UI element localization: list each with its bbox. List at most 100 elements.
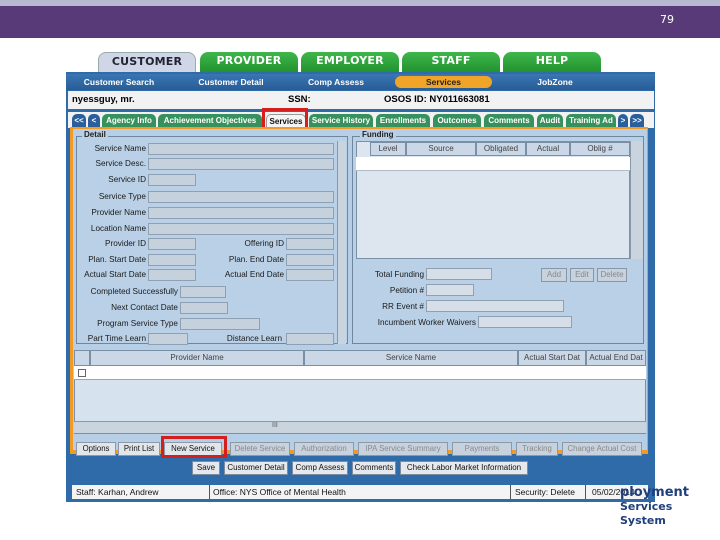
- location-name-field[interactable]: [148, 223, 334, 235]
- service-type-field[interactable]: [148, 191, 334, 203]
- tab-agency-info[interactable]: Agency Info: [102, 114, 156, 128]
- funding-col-level[interactable]: Level: [370, 142, 406, 156]
- tracking-button[interactable]: Tracking: [516, 442, 558, 456]
- customer-name: nyessguy, mr.: [72, 94, 135, 105]
- subnav-comp-assess[interactable]: Comp Assess: [296, 76, 376, 88]
- status-divider: [209, 485, 210, 499]
- comp-assess-button[interactable]: Comp Assess: [292, 461, 348, 475]
- tab-staff[interactable]: STAFF: [402, 52, 500, 74]
- plan-start-date-field[interactable]: [148, 254, 196, 266]
- service-id-field[interactable]: [148, 174, 196, 186]
- comments-button[interactable]: Comments: [352, 461, 396, 475]
- next-contact-date-field[interactable]: [180, 302, 228, 314]
- label-service-type: Service Type: [98, 192, 146, 201]
- label-service-name: Service Name: [94, 144, 146, 153]
- logo-line-1: ployment: [620, 485, 689, 500]
- petition-num-field[interactable]: [426, 284, 474, 296]
- change-actual-cost-button[interactable]: Change Actual Cost: [562, 442, 642, 456]
- label-offering-id: Offering ID: [244, 239, 284, 248]
- program-service-type-field[interactable]: [180, 318, 260, 330]
- grid-col-service-name[interactable]: Service Name: [304, 350, 518, 366]
- tab-audit[interactable]: Audit: [537, 114, 563, 128]
- grid-row[interactable]: [74, 366, 646, 380]
- osos-id: OSOS ID: NY011663081: [384, 94, 490, 105]
- subnav-customer-search[interactable]: Customer Search: [74, 76, 164, 88]
- plan-end-date-field[interactable]: [286, 254, 334, 266]
- incumbent-worker-waivers-field[interactable]: [478, 316, 572, 328]
- slide-header-bar: [0, 0, 720, 38]
- label-actual-end-date: Actual End Date: [224, 270, 284, 279]
- part-time-learn-field[interactable]: [148, 333, 188, 345]
- delete-service-button[interactable]: Delete Service: [230, 442, 290, 456]
- subnav-services[interactable]: Services: [395, 76, 492, 88]
- tab-service-history[interactable]: Service History: [309, 114, 373, 128]
- actual-start-date-field[interactable]: [148, 269, 196, 281]
- tab-outcomes[interactable]: Outcomes: [433, 114, 481, 128]
- tab-last-button[interactable]: >>: [630, 114, 644, 128]
- customer-detail-button[interactable]: Customer Detail: [224, 461, 288, 475]
- label-total-funding: Total Funding: [374, 270, 424, 279]
- grid-col-provider-name[interactable]: Provider Name: [90, 350, 304, 366]
- tab-next-button[interactable]: >: [618, 114, 628, 128]
- tab-enrollments[interactable]: Enrollments: [376, 114, 430, 128]
- funding-col-actual[interactable]: Actual: [526, 142, 570, 156]
- check-labor-market-button[interactable]: Check Labor Market Information: [400, 461, 528, 475]
- actual-end-date-field[interactable]: [286, 269, 334, 281]
- label-plan-end-date: Plan. End Date: [228, 255, 284, 264]
- funding-legend: Funding: [360, 130, 396, 139]
- label-incumbent-worker-waivers: Incumbent Worker Waivers: [377, 318, 476, 327]
- completed-successfully-field[interactable]: [180, 286, 226, 298]
- scroll-thumb-grip: III: [272, 422, 278, 429]
- tab-comments[interactable]: Comments: [484, 114, 534, 128]
- service-name-field[interactable]: [148, 143, 334, 155]
- save-button[interactable]: Save: [192, 461, 220, 475]
- status-divider: [585, 485, 586, 499]
- subnav-customer-detail[interactable]: Customer Detail: [186, 76, 276, 88]
- subnav-jobzone[interactable]: JobZone: [520, 76, 590, 88]
- distance-learn-field[interactable]: [286, 333, 334, 345]
- label-service-desc: Service Desc.: [95, 159, 146, 168]
- detail-scrollbar[interactable]: [337, 141, 346, 344]
- tab-employer[interactable]: EMPLOYER: [301, 52, 399, 74]
- label-petition-num: Petition #: [389, 286, 424, 295]
- grid-row-checkbox[interactable]: [78, 369, 86, 377]
- label-provider-name: Provider Name: [91, 208, 146, 217]
- funding-col-source[interactable]: Source: [406, 142, 476, 156]
- grid-horizontal-scrollbar[interactable]: [74, 421, 646, 433]
- total-funding-field[interactable]: [426, 268, 492, 280]
- options-button[interactable]: Options: [76, 442, 116, 456]
- funding-col-obligated[interactable]: Obligated: [476, 142, 526, 156]
- payments-button[interactable]: Payments: [452, 442, 512, 456]
- funding-edit-button[interactable]: Edit: [570, 268, 594, 282]
- ipa-service-summary-button[interactable]: IPA Service Summary: [358, 442, 448, 456]
- provider-id-field[interactable]: [148, 238, 196, 250]
- tab-provider[interactable]: PROVIDER: [200, 52, 298, 74]
- authorization-button[interactable]: Authorization: [294, 442, 354, 456]
- funding-delete-button[interactable]: Delete: [597, 268, 627, 282]
- print-list-button[interactable]: Print List: [118, 442, 160, 456]
- provider-name-field[interactable]: [148, 207, 334, 219]
- tab-achievement-objectives[interactable]: Achievement Objectives: [158, 114, 262, 128]
- label-next-contact-date: Next Contact Date: [111, 303, 178, 312]
- label-distance-learn: Distance Learn: [226, 334, 282, 343]
- tab-help[interactable]: HELP: [503, 52, 601, 74]
- tab-training-ad[interactable]: Training Ad: [566, 114, 616, 128]
- status-staff: Staff: Karhan, Andrew: [76, 487, 159, 497]
- funding-add-button[interactable]: Add: [541, 268, 567, 282]
- tab-first-button[interactable]: <<: [72, 114, 86, 128]
- grid-col-actual-start[interactable]: Actual Start Dat: [518, 350, 586, 366]
- tab-prev-button[interactable]: <: [88, 114, 100, 128]
- tab-customer[interactable]: CUSTOMER: [98, 52, 196, 74]
- funding-scrollbar[interactable]: [630, 141, 643, 259]
- status-divider: [510, 485, 511, 499]
- funding-col-oblig-num[interactable]: Oblig #: [570, 142, 630, 156]
- funding-row[interactable]: [356, 157, 630, 171]
- status-office: Office: NYS Office of Mental Health: [213, 487, 346, 497]
- offering-id-field[interactable]: [286, 238, 334, 250]
- rr-event-num-field[interactable]: [426, 300, 564, 312]
- label-rr-event-num: RR Event #: [382, 302, 424, 311]
- grid-col-actual-end[interactable]: Actual End Dat: [586, 350, 646, 366]
- label-program-service-type: Program Service Type: [97, 319, 178, 328]
- label-actual-start-date: Actual Start Date: [84, 270, 146, 279]
- service-desc-field[interactable]: [148, 158, 334, 170]
